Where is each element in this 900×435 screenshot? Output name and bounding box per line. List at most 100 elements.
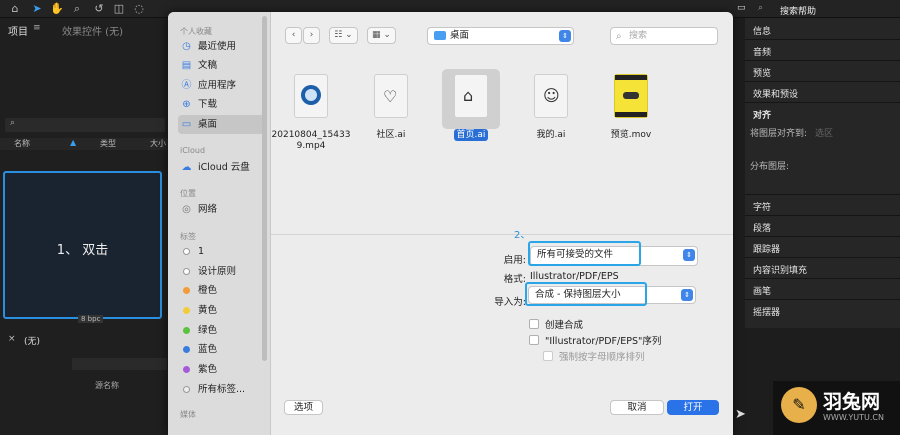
back-button[interactable]: ‹ [285,27,302,44]
file-item[interactable]: 预览.mov [591,72,671,141]
panel-effects-presets[interactable]: 效果和预设 [753,87,798,100]
create-comp-checkbox[interactable]: 创建合成 [529,317,583,331]
sidebar-tag-orange[interactable]: 橙色 [178,281,264,300]
enable-label: 启用: [503,255,526,266]
group-mode-button[interactable]: ▦ ⌄ [367,27,396,44]
search-icon: ⌕ [10,118,16,128]
checkbox-icon [529,319,539,329]
mouse-cursor-icon: ➤ [735,407,746,422]
tag-dot-icon [183,307,190,314]
workspace-icon[interactable]: ▭ [737,3,746,13]
project-search-input[interactable]: ⌕ [5,118,165,132]
sidebar-tag-design[interactable]: 设计原则 [178,262,264,281]
sidebar-tag-purple[interactable]: 紫色 [178,360,264,379]
rotate-tool-icon[interactable]: ↺ [92,2,106,16]
double-click-area[interactable]: 1、 双击 [3,171,162,319]
file-item[interactable]: ♡ 社区.ai [351,72,431,141]
panel-wiggler[interactable]: 摇摆器 [753,305,780,318]
zoom-tool-icon[interactable]: ⌕ [70,2,84,16]
format-value: Illustrator/PDF/EPS [530,271,619,282]
tag-dot-icon [183,346,190,353]
sequence-checkbox[interactable]: "Illustrator/PDF/EPS"序列 [529,333,661,347]
alphabetical-checkbox[interactable]: 强制按字母顺序排列 [543,349,645,363]
panel-paragraph[interactable]: 段落 [753,221,771,234]
hand-tool-icon[interactable]: ✋ [50,2,64,16]
sidebar-tag-1[interactable]: 1 [178,242,264,261]
brand-name: 羽兔网 [823,391,881,413]
sidebar-scrollbar[interactable] [262,16,267,361]
import-as-label: 导入为: [494,297,526,308]
bpc-badge[interactable]: 8 bpc [78,315,104,323]
col-name[interactable]: 名称 [14,138,30,149]
sidebar-tag-all[interactable]: 所有标签... [178,380,264,399]
search-help-label[interactable]: 搜索帮助 [780,4,816,17]
favorites-heading: 个人收藏 [180,27,212,36]
panel-character[interactable]: 字符 [753,200,771,213]
effects-tab[interactable]: 效果控件 (无) [62,23,123,38]
finder-sidebar: 个人收藏 ◷ 最近使用 ▤ 文稿 Ⓐ 应用程序 ⊕ 下载 ▭ 桌面 iCloud ☁ iCl… [168,12,271,435]
panel-info[interactable]: 信息 [753,24,771,37]
sidebar-item-applications[interactable]: Ⓐ 应用程序 [178,76,264,95]
import-file-dialog: 个人收藏 ◷ 最近使用 ▤ 文稿 Ⓐ 应用程序 ⊕ 下载 ▭ 桌面 iCloud ☁ iCl… [168,12,733,435]
file-browser: ‹ › ☷ ⌄ ▦ ⌄ 桌面 ⇕ ⌕ 搜索 20210804_15433 9.mp… [271,12,733,435]
selection-tool-icon[interactable]: ➤ [30,2,44,16]
forward-button[interactable]: › [303,27,320,44]
panel-align[interactable]: 对齐 [753,108,771,121]
options-button[interactable]: 选项 [284,400,323,415]
search-help-icon: ⌕ [758,3,764,13]
cancel-button[interactable]: 取消 [610,400,664,415]
sidebar-item-downloads[interactable]: ⊕ 下载 [178,95,264,114]
layer-source-name: 源名称 [95,381,119,390]
file-item-selected[interactable]: ⌂ 首页.ai [431,69,511,141]
panel-brushes[interactable]: 画笔 [753,284,771,297]
camera-tool-icon[interactable]: ◫ [112,2,126,16]
highlight-box [525,282,647,306]
col-size[interactable]: 大小 [150,138,166,149]
file-item[interactable]: 20210804_15433 9.mp4 [271,72,351,152]
project-panel: 项目 ≡ 效果控件 (无) ⌕ 名称 ▲ 类型 大小 1、 双击 8 bpc ×… [0,18,168,435]
align-to-label: 将图层对齐到: [750,129,808,139]
file-name-cont: 9.mp4 [296,141,326,151]
file-name: 20210804_15433 [271,130,351,140]
file-name: 首页.ai [453,129,489,141]
file-item[interactable]: ☺ 我的.ai [511,72,591,141]
sidebar-item-documents[interactable]: ▤ 文稿 [178,56,264,75]
file-name: 我的.ai [536,130,566,140]
sidebar-item-recents[interactable]: ◷ 最近使用 [178,37,264,56]
view-mode-button[interactable]: ☷ ⌄ [329,27,358,44]
timeline-none-label: (无) [24,337,41,347]
sidebar-item-icloud-drive[interactable]: ☁ iCloud 云盘 [178,158,264,177]
project-tab[interactable]: 项目 [8,23,28,38]
apps-icon: Ⓐ [181,80,192,91]
pan-tool-icon[interactable]: ◌ [132,2,146,16]
locations-heading: 位置 [180,189,196,198]
file-name: 预览.mov [610,130,652,140]
close-icon[interactable]: × [8,334,16,344]
search-input[interactable]: ⌕ 搜索 [610,27,718,45]
panel-audio[interactable]: 音频 [753,45,771,58]
panel-content-aware-fill[interactable]: 内容识别填充 [753,263,807,276]
panel-tracker[interactable]: 跟踪器 [753,242,780,255]
location-select[interactable]: 桌面 ⇕ [427,27,574,45]
sidebar-tag-yellow[interactable]: 黄色 [178,301,264,320]
checkbox-icon [543,351,553,361]
brand-url: WWW.YUTU.CN [823,413,884,422]
network-icon: ◎ [182,204,191,215]
sidebar-tag-green[interactable]: 绿色 [178,321,264,340]
panel-menu-icon[interactable]: ≡ [33,23,41,33]
home-icon[interactable]: ⌂ [8,2,22,16]
sidebar-item-network[interactable]: ◎ 网络 [178,200,264,219]
desktop-icon: ▭ [181,119,192,130]
tags-heading: 标签 [180,232,196,241]
sort-icon: ▲ [70,138,77,147]
align-to-select[interactable]: 选区 [815,126,833,139]
timeline-search-input[interactable] [72,358,167,370]
sidebar-tag-blue[interactable]: 蓝色 [178,340,264,359]
open-button[interactable]: 打开 [667,400,719,415]
panel-preview[interactable]: 预览 [753,66,771,79]
col-type[interactable]: 类型 [100,138,116,149]
watermark: ✎ 羽兔网 WWW.YUTU.CN [773,381,900,435]
tile-instruction: 1、 双击 [56,243,109,258]
video-file-icon [294,74,328,118]
sidebar-item-desktop[interactable]: ▭ 桌面 [178,115,264,134]
